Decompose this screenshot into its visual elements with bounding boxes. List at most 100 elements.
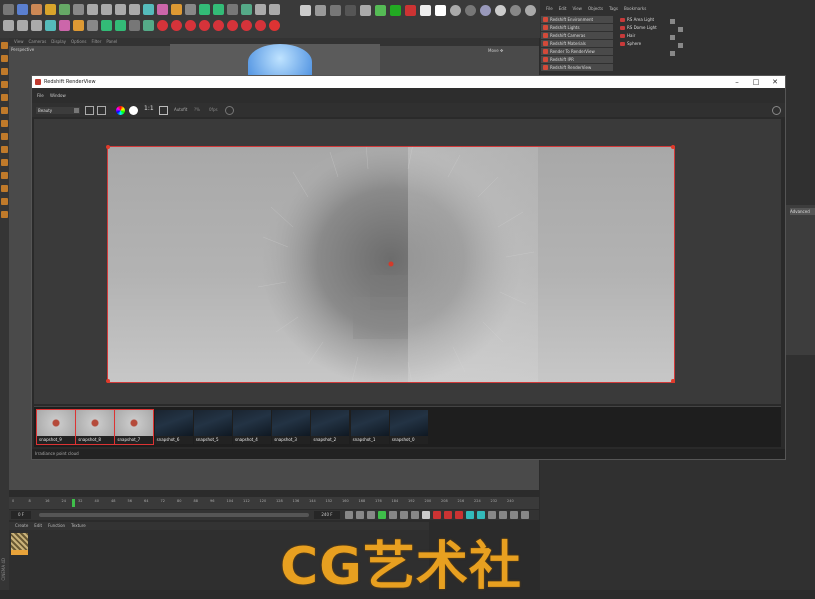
redshift-menu-item[interactable]: Redshift Cameras bbox=[541, 32, 613, 39]
frame-end-field[interactable]: 240 F bbox=[314, 511, 340, 519]
frame-start-field[interactable]: 0 F bbox=[11, 511, 31, 519]
snapshot-thumb[interactable]: snapshot_6 bbox=[154, 410, 193, 444]
transport-icon[interactable] bbox=[367, 511, 375, 519]
tool-icon[interactable] bbox=[1, 133, 8, 140]
toolbar-icon[interactable] bbox=[227, 20, 238, 31]
material-menu-item[interactable]: Function bbox=[48, 523, 65, 528]
snapshot-thumb[interactable]: snapshot_5 bbox=[193, 410, 232, 444]
snapshot-thumb[interactable]: snapshot_3 bbox=[272, 410, 311, 444]
redshift-menu-item[interactable]: Redshift IPR bbox=[541, 56, 613, 63]
toolbar-icon[interactable] bbox=[185, 20, 196, 31]
transport-icon[interactable] bbox=[356, 511, 364, 519]
tool-icon[interactable] bbox=[1, 107, 8, 114]
toolbar-icon[interactable] bbox=[129, 20, 140, 31]
toolbar-icon[interactable] bbox=[185, 4, 196, 15]
toolbar-icon[interactable] bbox=[115, 4, 126, 15]
tool-icon[interactable] bbox=[1, 146, 8, 153]
toolbar-icon[interactable] bbox=[73, 4, 84, 15]
color-channels-icon[interactable] bbox=[116, 106, 125, 115]
tool-icon[interactable] bbox=[1, 55, 8, 62]
om-menu-item[interactable]: View bbox=[572, 6, 582, 11]
toolbar-icon[interactable] bbox=[59, 4, 70, 15]
toolbar-icon[interactable] bbox=[101, 20, 112, 31]
toolbar-icon[interactable] bbox=[87, 4, 98, 15]
render-corner-handle[interactable] bbox=[671, 379, 675, 383]
render-image[interactable] bbox=[107, 146, 675, 383]
redshift-menu-item[interactable]: Redshift RenderView bbox=[541, 64, 613, 71]
toolbar-icon[interactable] bbox=[17, 20, 28, 31]
toolbar-icon[interactable] bbox=[17, 4, 28, 15]
transport-icon[interactable] bbox=[477, 511, 485, 519]
toolbar-icon[interactable] bbox=[495, 5, 506, 16]
toolbar-icon[interactable] bbox=[360, 5, 371, 16]
gear-icon[interactable] bbox=[772, 106, 781, 115]
toolbar-icon[interactable] bbox=[480, 5, 491, 16]
timeline-ruler[interactable]: 0 8 16 24 32 40 48 56 64 72 80 88 96 104 112 120 128 136 1… bbox=[9, 497, 539, 509]
snapshot-thumb[interactable]: snapshot_8 bbox=[75, 409, 116, 445]
om-menu-item[interactable]: File bbox=[546, 6, 553, 11]
tool-icon[interactable] bbox=[1, 198, 8, 205]
toolbar-icon[interactable] bbox=[465, 5, 476, 16]
redshift-menu-item[interactable]: Redshift Environment bbox=[541, 16, 613, 23]
toolbar-icon[interactable] bbox=[171, 20, 182, 31]
toolbar-icon[interactable] bbox=[3, 4, 14, 15]
object-row[interactable]: RS Area Light bbox=[615, 16, 815, 24]
tool-icon[interactable] bbox=[1, 81, 8, 88]
viewport-menu-item[interactable]: Cameras bbox=[29, 39, 47, 44]
toolbar-icon[interactable] bbox=[199, 4, 210, 15]
toolbar-icon[interactable] bbox=[143, 20, 154, 31]
crop-icon[interactable] bbox=[159, 106, 168, 115]
tool-icon[interactable] bbox=[1, 159, 8, 166]
toolbar-icon[interactable] bbox=[255, 20, 266, 31]
viewport-menu-item[interactable]: Options bbox=[71, 39, 86, 44]
redshift-menu-item[interactable]: Redshift Materials bbox=[541, 40, 613, 47]
tool-icon[interactable] bbox=[1, 185, 8, 192]
tool-icon[interactable] bbox=[1, 68, 8, 75]
toolbar-icon[interactable] bbox=[345, 5, 356, 16]
om-menu-item[interactable]: Objects bbox=[588, 6, 603, 11]
transport-icon[interactable] bbox=[400, 511, 408, 519]
toolbar-icon[interactable] bbox=[269, 20, 280, 31]
toolbar-icon[interactable] bbox=[45, 4, 56, 15]
material-swatch[interactable] bbox=[11, 533, 28, 550]
snapshot-thumb[interactable]: snapshot_4 bbox=[233, 410, 271, 444]
snapshot-thumb[interactable]: snapshot_2 bbox=[311, 410, 350, 444]
object-tag-icon[interactable] bbox=[670, 51, 675, 56]
toolbar-icon[interactable] bbox=[375, 5, 386, 16]
render-corner-handle[interactable] bbox=[106, 145, 110, 149]
transport-icon[interactable] bbox=[499, 511, 507, 519]
toolbar-icon[interactable] bbox=[241, 4, 252, 15]
object-row[interactable]: Sphere bbox=[615, 40, 815, 48]
toolbar-icon[interactable] bbox=[157, 4, 168, 15]
toolbar-icon[interactable] bbox=[315, 5, 326, 16]
frame-scrubber[interactable] bbox=[39, 513, 309, 517]
tool-icon[interactable] bbox=[1, 211, 8, 218]
toolbar-icon[interactable] bbox=[73, 20, 84, 31]
toolbar-icon[interactable] bbox=[143, 4, 154, 15]
transport-icon[interactable] bbox=[510, 511, 518, 519]
toolbar-icon[interactable] bbox=[31, 4, 42, 15]
om-menu-item[interactable]: Edit bbox=[559, 6, 567, 11]
toolbar-icon[interactable] bbox=[241, 20, 252, 31]
object-row[interactable]: Hair bbox=[615, 32, 815, 40]
transport-icon[interactable] bbox=[455, 511, 463, 519]
toolbar-icon[interactable] bbox=[435, 5, 446, 16]
toolbar-icon[interactable] bbox=[450, 5, 461, 16]
timeline-playhead[interactable] bbox=[72, 499, 75, 507]
toolbar-icon[interactable] bbox=[101, 4, 112, 15]
render-corner-handle[interactable] bbox=[671, 145, 675, 149]
snapshot-icon[interactable] bbox=[97, 106, 106, 115]
redshift-menu-item[interactable]: Render To RenderView bbox=[541, 48, 613, 55]
snapshot-thumb[interactable]: snapshot_0 bbox=[389, 410, 428, 444]
autofit-label[interactable]: Autofit bbox=[174, 107, 187, 112]
toolbar-icon[interactable] bbox=[525, 5, 536, 16]
toolbar-icon[interactable] bbox=[31, 20, 42, 31]
tool-icon[interactable] bbox=[1, 120, 8, 127]
toolbar-icon[interactable] bbox=[390, 5, 401, 16]
material-menu-item[interactable]: Texture bbox=[71, 523, 86, 528]
renderview-titlebar[interactable]: Redshift RenderView – □ ✕ bbox=[32, 76, 785, 88]
chevron-down-icon[interactable] bbox=[74, 108, 79, 113]
tool-icon[interactable] bbox=[1, 42, 8, 49]
minimize-icon[interactable]: – bbox=[730, 76, 744, 88]
maximize-icon[interactable]: □ bbox=[749, 76, 763, 88]
